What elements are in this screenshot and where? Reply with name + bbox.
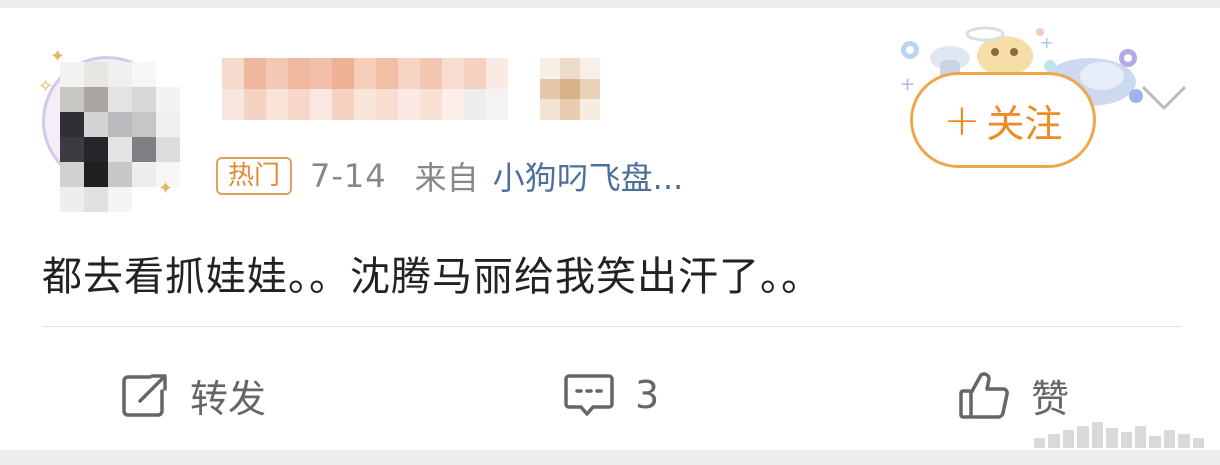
user-avatar[interactable]: ✦ ✧ ✦ <box>30 38 190 212</box>
comment-button[interactable]: 3 <box>563 360 659 430</box>
sparkle-icon: ✦ <box>50 46 66 67</box>
post-meta: 热门 7-14 来自 小狗叼飞盘... <box>216 154 683 198</box>
hot-badge: 热门 <box>216 157 293 195</box>
sparkle-icon: ✦ <box>158 178 174 199</box>
repost-label: 转发 <box>190 376 267 421</box>
vip-badge-obscured <box>540 58 600 120</box>
divider <box>42 326 1182 327</box>
svg-text:+: + <box>900 74 915 95</box>
comment-bubble-icon <box>564 374 614 416</box>
source-prefix: 来自 <box>414 159 479 197</box>
thumbs-up-icon <box>959 372 1009 419</box>
svg-text:+: + <box>1040 33 1053 52</box>
follow-button[interactable]: + 关注 <box>910 72 1096 168</box>
post-source-link[interactable]: 小狗叼飞盘... <box>493 153 684 199</box>
like-label: 赞 <box>1031 376 1070 421</box>
edit-share-icon <box>122 374 167 417</box>
chevron-down-icon[interactable] <box>1138 78 1190 118</box>
post-content: 都去看抓娃娃。。沈腾马丽给我笑出汗了。。 <box>42 254 822 300</box>
like-button[interactable]: 赞 <box>957 360 1069 430</box>
repost-button[interactable]: 转发 <box>120 360 266 430</box>
post-date: 7-14 <box>310 157 387 195</box>
plus-icon: + <box>943 94 981 146</box>
watermark <box>1034 422 1205 448</box>
post-card: ✦ ✧ ✦ 热门 7-14 来自 小狗叼飞盘... + + + 关注 都去看抓娃… <box>0 8 1220 450</box>
comment-count: 3 <box>635 373 660 417</box>
sparkle-icon: ✧ <box>38 76 54 97</box>
follow-label: 关注 <box>986 101 1063 146</box>
username-obscured[interactable] <box>222 58 508 120</box>
